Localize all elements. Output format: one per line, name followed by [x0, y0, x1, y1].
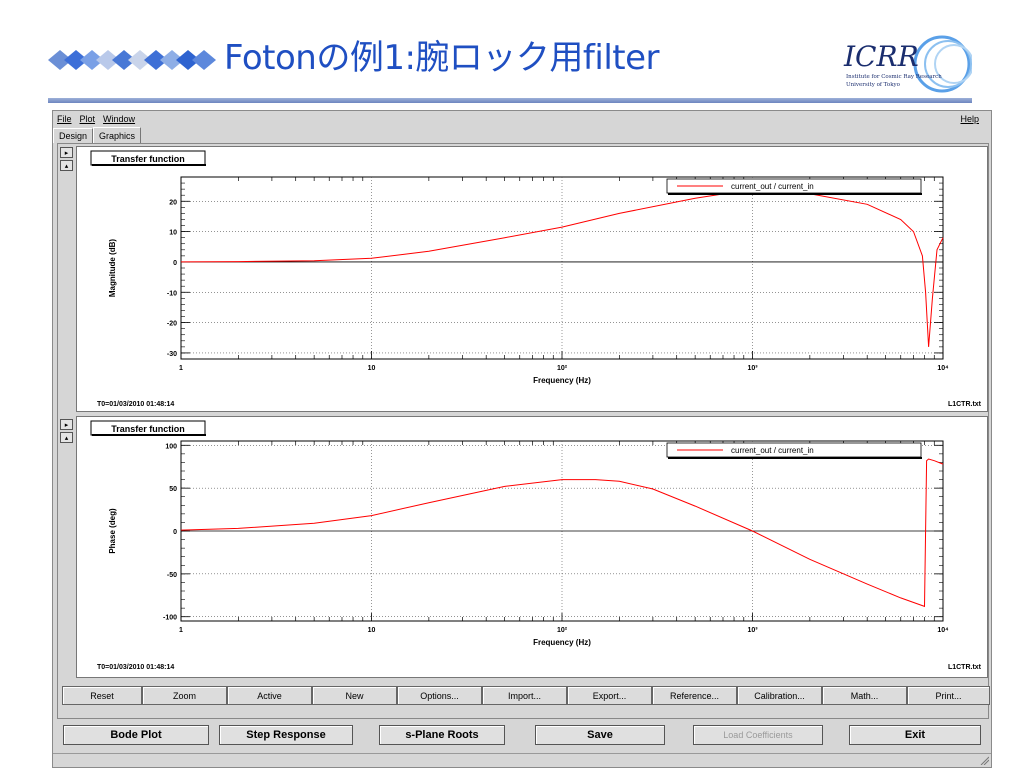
x-tick-label: 10⁴: [937, 627, 949, 634]
x-tick-label: 10³: [747, 627, 758, 634]
magnitude-plot: Transfer function 1 10 10² 10³ 10⁴ 20 10 0 -10 -20…: [90, 150, 982, 408]
zoom-button[interactable]: Zoom: [142, 686, 227, 705]
import-button[interactable]: Import...: [482, 686, 567, 705]
x-tick-label: 10³: [747, 365, 758, 372]
menu-file[interactable]: File: [57, 114, 72, 124]
diamond-decoration-icon: [48, 50, 216, 70]
y-tick-label: 0: [173, 529, 177, 536]
y-tick-label: -20: [167, 321, 177, 328]
menu-window[interactable]: Window: [103, 114, 135, 124]
foton-window: File Plot Window Help Design Graphics ▸ …: [52, 110, 992, 768]
calibration-button[interactable]: Calibration...: [737, 686, 822, 705]
phase-plot: Transfer function 1 10 10² 10³ 10⁴ 100 50 0 -50 -1…: [90, 420, 982, 671]
print-button[interactable]: Print...: [907, 686, 990, 705]
x-tick-label: 10: [368, 365, 376, 372]
load-coefficients-button: Load Coefficients: [693, 725, 823, 745]
x-tick-label: 10: [368, 627, 376, 634]
svg-text:Institute for Cosmic Ray Resea: Institute for Cosmic Ray Research: [846, 74, 942, 80]
s-plane-roots-button[interactable]: s-Plane Roots: [379, 725, 505, 745]
y-tick-label: 0: [173, 260, 177, 267]
y-tick-label: -30: [167, 351, 177, 358]
y-tick-label: 50: [169, 486, 177, 493]
pad-label: Transfer function: [111, 154, 185, 164]
pad-label: Transfer function: [111, 424, 185, 434]
collapse-arrow-icon[interactable]: ▴: [60, 432, 73, 443]
y-tick-label: -10: [167, 290, 177, 297]
slide-title: Fotonの例1:腕ロック用filter: [224, 38, 660, 78]
header-rule: [48, 98, 972, 103]
menu-plot[interactable]: Plot: [80, 114, 96, 124]
reference-button[interactable]: Reference...: [652, 686, 737, 705]
magnitude-panel: Transfer function 1 10 10² 10³ 10⁴ 20 10 0 -10 -20…: [76, 146, 988, 412]
tab-design[interactable]: Design: [53, 128, 94, 143]
y-tick-label: -50: [167, 572, 177, 579]
y-axis-label: Phase (deg): [108, 508, 117, 554]
x-axis-label: Frequency (Hz): [533, 376, 591, 385]
plot-toolbar: Reset Zoom Active New Options... Import.…: [62, 686, 990, 705]
y-tick-label: -100: [163, 615, 177, 622]
svg-text:ICRR: ICRR: [843, 40, 919, 73]
x-axis-label: Frequency (Hz): [533, 638, 591, 647]
magnitude-pad-controls: ▸ ▴: [60, 147, 74, 173]
tab-bar: Design Graphics: [53, 127, 142, 143]
slide-header: Fotonの例1:腕ロック用filter ICRR Institute for …: [0, 0, 1024, 103]
icrr-logo: ICRR Institute for Cosmic Ray Research U…: [843, 35, 972, 93]
step-response-button[interactable]: Step Response: [219, 725, 353, 745]
phase-pad-controls: ▸ ▴: [60, 419, 74, 445]
reset-button[interactable]: Reset: [62, 686, 142, 705]
x-tick-label: 10²: [557, 627, 568, 634]
y-tick-label: 20: [169, 199, 177, 206]
file-label: L1CTR.txt: [948, 401, 982, 408]
status-bar: [53, 753, 991, 767]
timestamp-label: T0=01/03/2010 01:48:14: [97, 664, 174, 671]
series-line: [180, 458, 944, 608]
y-tick-label: 100: [165, 443, 177, 450]
options-button[interactable]: Options...: [397, 686, 482, 705]
menu-help[interactable]: Help: [960, 114, 979, 124]
plot-area: ▸ ▴ Transfer function 1 10 10² 10³ 10⁴ 20 10 0 -1…: [57, 143, 990, 719]
resize-grip-icon[interactable]: [979, 755, 989, 765]
y-axis-label: Magnitude (dB): [108, 239, 117, 298]
expand-arrow-icon[interactable]: ▸: [60, 147, 73, 158]
x-tick-label: 10⁴: [937, 365, 949, 372]
collapse-arrow-icon[interactable]: ▴: [60, 160, 73, 171]
x-tick-label: 1: [179, 365, 183, 372]
x-tick-label: 1: [179, 627, 183, 634]
x-tick-label: 10²: [557, 365, 568, 372]
timestamp-label: T0=01/03/2010 01:48:14: [97, 401, 174, 408]
save-button[interactable]: Save: [535, 725, 665, 745]
bode-plot-button[interactable]: Bode Plot: [63, 725, 209, 745]
file-label: L1CTR.txt: [948, 664, 982, 671]
active-button[interactable]: Active: [227, 686, 312, 705]
menubar: File Plot Window Help: [53, 111, 991, 127]
tab-graphics[interactable]: Graphics: [93, 127, 142, 143]
new-button[interactable]: New: [312, 686, 397, 705]
phase-panel: Transfer function 1 10 10² 10³ 10⁴ 100 50 0 -50 -1…: [76, 416, 988, 678]
series-line: [180, 190, 944, 347]
y-tick-label: 10: [169, 230, 177, 237]
expand-arrow-icon[interactable]: ▸: [60, 419, 73, 430]
exit-button[interactable]: Exit: [849, 725, 981, 745]
legend-entry: current_out / current_in: [731, 182, 814, 191]
math-button[interactable]: Math...: [822, 686, 907, 705]
svg-text:University of Tokyo: University of Tokyo: [846, 82, 901, 88]
export-button[interactable]: Export...: [567, 686, 652, 705]
legend-entry: current_out / current_in: [731, 446, 814, 455]
